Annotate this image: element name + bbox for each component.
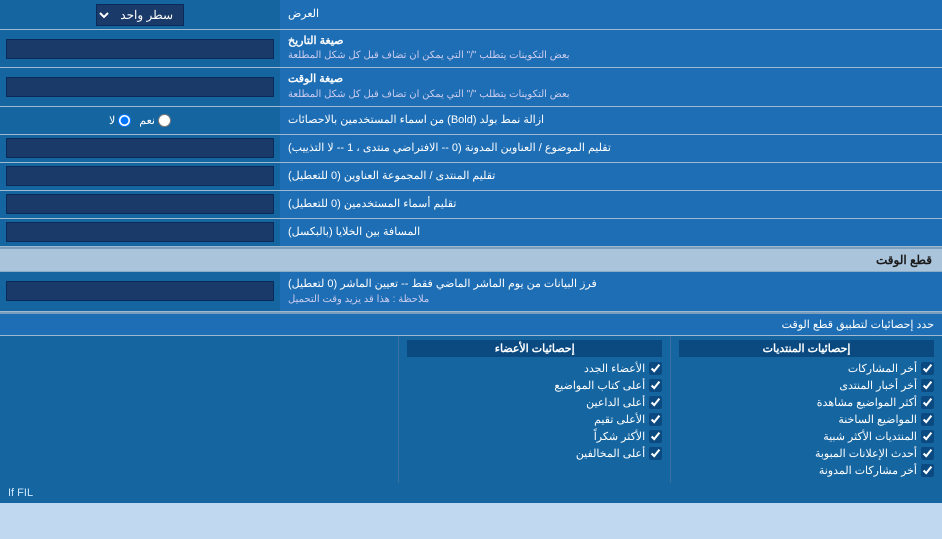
forum-label: تقليم المنتدى / المجموعة العناوين (0 للت… [280,163,942,190]
time-format-input[interactable]: H:i [6,77,274,97]
stat-post-7-checkbox[interactable] [921,464,934,477]
users-label: تقليم أسماء المستخدمين (0 للتعطيل) [280,191,942,218]
spacing-input-container: 2 [0,219,280,246]
stat-post-6: أحدث الإعلانات المبوبة [679,445,934,462]
stat-member-1: الأعضاء الجدد [407,360,662,377]
forum-input[interactable]: 33 [6,166,274,186]
stat-member-2: أعلى كتاب المواضيع [407,377,662,394]
stats-members-col: إحصائيات الأعضاء الأعضاء الجدد أعلى كتاب… [398,336,670,483]
bold-yes-label: نعم [139,114,171,127]
stat-post-4-checkbox[interactable] [921,413,934,426]
stat-member-3-checkbox[interactable] [649,396,662,409]
users-input[interactable]: 0 [6,194,274,214]
date-format-input-container: d-m [0,30,280,67]
stat-post-6-checkbox[interactable] [921,447,934,460]
topics-label: تقليم الموضوع / العناوين المدونة (0 -- ا… [280,135,942,162]
stat-post-7: أخر مشاركات المدونة [679,462,934,479]
date-format-label: صيغة التاريخ بعض التكوينات يتطلب "/" الت… [280,30,942,67]
cut-section-header: قطع الوقت [0,247,942,272]
display-dropdown[interactable]: سطر واحدسطرينثلاثة أسطر [96,4,184,26]
bold-no-label: لا [109,114,131,127]
stat-member-5-checkbox[interactable] [649,430,662,443]
bold-options-container: نعم لا [0,107,280,134]
stat-member-4-checkbox[interactable] [649,413,662,426]
time-format-label: صيغة الوقت بعض التكوينات يتطلب "/" التي … [280,68,942,105]
stats-columns: إحصائيات المنتديات أخر المشاركات أخر أخب… [0,336,942,483]
stats-section: حدد إحصائيات لتطبيق قطع الوقت إحصائيات ا… [0,312,942,503]
display-dropdown-container: سطر واحدسطرينثلاثة أسطر [0,0,280,29]
stat-post-3-checkbox[interactable] [921,396,934,409]
topics-input[interactable]: 33 [6,138,274,158]
stat-post-1: أخر المشاركات [679,360,934,377]
cut-label: فرز البيانات من يوم الماشر الماضي فقط --… [280,272,942,311]
stat-post-2: أخر أخبار المنتدى [679,377,934,394]
stats-posts-col: إحصائيات المنتديات أخر المشاركات أخر أخب… [670,336,942,483]
forum-input-container: 33 [0,163,280,190]
stat-member-5: الأكثر شكراً [407,428,662,445]
stats-right-col [0,336,398,483]
bold-yes-radio[interactable] [158,114,171,127]
date-format-input[interactable]: d-m [6,39,274,59]
stat-member-1-checkbox[interactable] [649,362,662,375]
spacing-input[interactable]: 2 [6,222,274,242]
stat-post-1-checkbox[interactable] [921,362,934,375]
stat-member-6: أعلى المخالفين [407,445,662,462]
bold-no-radio[interactable] [118,114,131,127]
stat-post-5-checkbox[interactable] [921,430,934,443]
time-format-input-container: H:i [0,68,280,105]
stat-member-4: الأعلى تقيم [407,411,662,428]
users-input-container: 0 [0,191,280,218]
stat-post-5: المنتديات الأكثر شبية [679,428,934,445]
bottom-text: If FIL [0,483,942,503]
stat-member-6-checkbox[interactable] [649,447,662,460]
stats-limit-label: حدد إحصائيات لتطبيق قطع الوقت [0,314,942,336]
stat-post-4: المواضيع الساخنة [679,411,934,428]
page-title-label: العرض [280,0,942,29]
cut-input[interactable]: 0 [6,281,274,301]
stat-post-2-checkbox[interactable] [921,379,934,392]
stats-members-header: إحصائيات الأعضاء [407,340,662,357]
topics-input-container: 33 [0,135,280,162]
stats-posts-header: إحصائيات المنتديات [679,340,934,357]
stat-member-2-checkbox[interactable] [649,379,662,392]
cut-input-container: 0 [0,272,280,311]
stat-post-3: أكثر المواضيع مشاهدة [679,394,934,411]
spacing-label: المسافة بين الخلايا (بالبكسل) [280,219,942,246]
bold-label: ازالة نمط بولد (Bold) من اسماء المستخدمي… [280,107,942,134]
stat-member-3: أعلى الداعين [407,394,662,411]
